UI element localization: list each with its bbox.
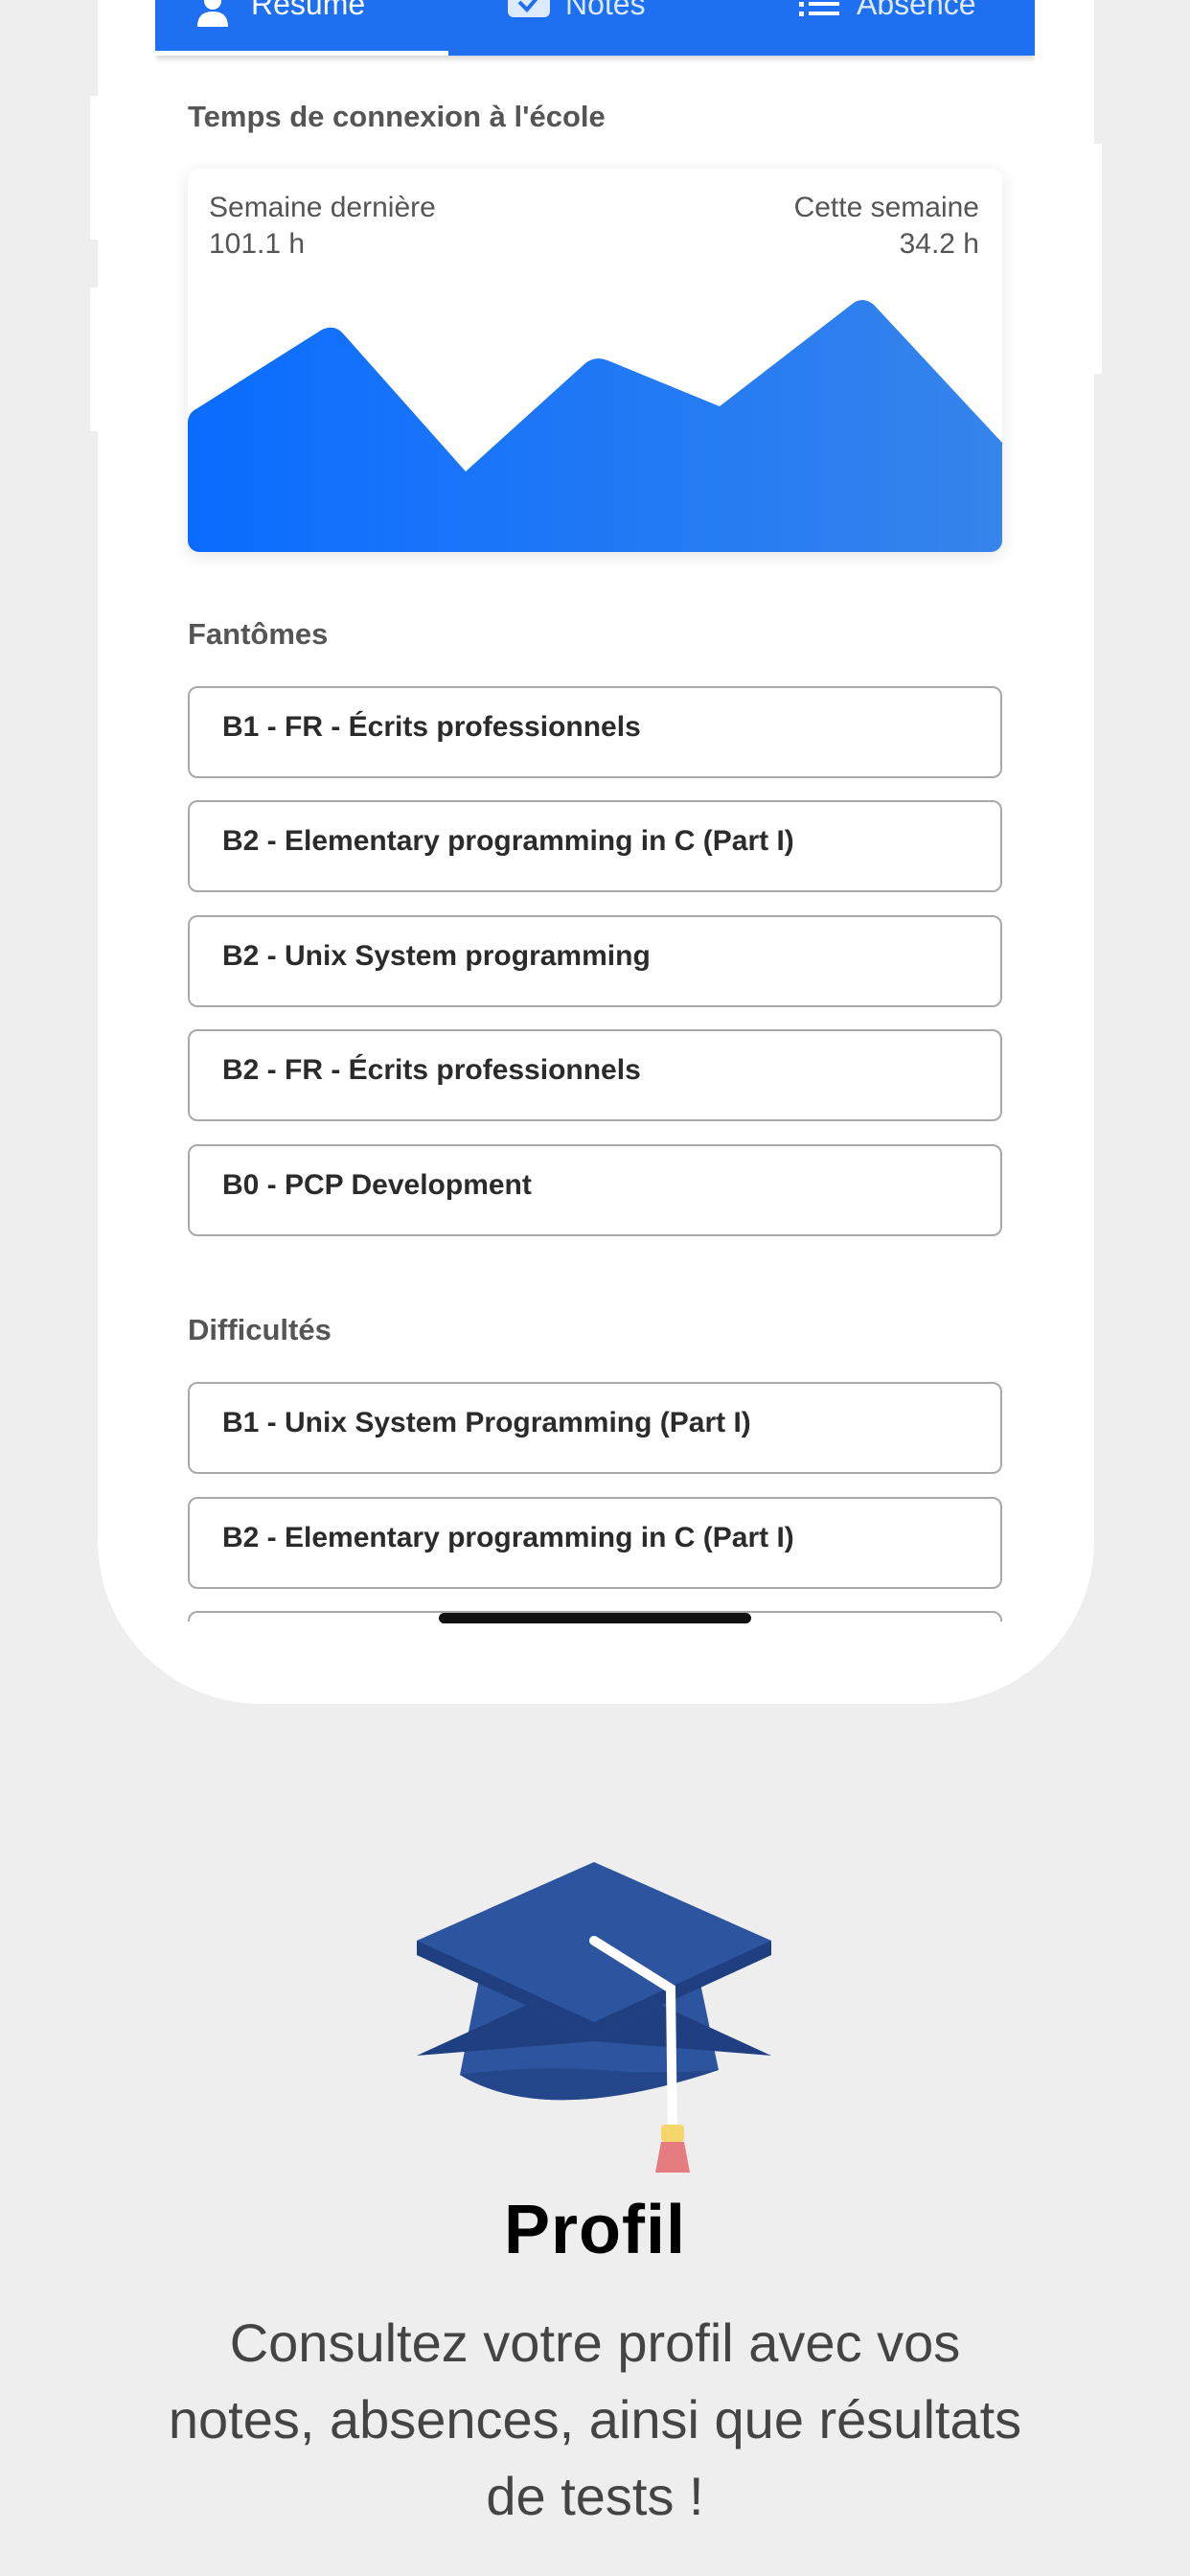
list-item-label: B2 - Elementary programming in C (Part I… xyxy=(222,825,794,857)
tab-notes[interactable]: Notes xyxy=(448,0,742,56)
home-indicator xyxy=(439,1613,751,1623)
list-item[interactable]: B1 - FR - Écrits professionnels xyxy=(188,686,1002,778)
user-icon xyxy=(197,0,228,27)
promo-title: Profil xyxy=(503,2192,686,2268)
tab-resume[interactable]: Résumé xyxy=(155,0,448,56)
list-item-label: B2 - FR - Écrits professionnels xyxy=(222,1054,641,1086)
list-icon xyxy=(799,2,839,16)
list-item[interactable]: B0 - PCP Development xyxy=(188,1144,1002,1236)
connection-title: Temps de connexion à l'école xyxy=(188,100,606,133)
fantomes-title: Fantômes xyxy=(188,617,329,651)
list-item-label: B2 - Elementary programming in C (Part I… xyxy=(222,1522,794,1553)
check-badge-icon xyxy=(508,0,550,17)
tab-label: Résumé xyxy=(251,0,366,21)
tab-absence[interactable]: Absence xyxy=(742,0,1035,56)
this-week-value: 34.2 h xyxy=(899,228,979,260)
tab-label: Absence xyxy=(857,0,976,21)
connection-area-chart xyxy=(188,299,1002,552)
tab-label: Notes xyxy=(565,0,646,21)
this-week-label: Cette semaine xyxy=(793,192,979,223)
list-item-label: B1 - Unix System Programming (Part I) xyxy=(222,1407,751,1438)
active-tab-indicator xyxy=(155,51,448,56)
list-item-label: B1 - FR - Écrits professionnels xyxy=(222,711,641,743)
graduation-cap-icon xyxy=(417,1862,771,2173)
list-item[interactable]: B1 - Unix System Programming (Part I) xyxy=(188,1382,1002,1474)
promo-description: Consultez votre profil avec vos notes, a… xyxy=(168,2312,1022,2526)
tab-bar: Résumé Notes Absence xyxy=(155,0,1035,56)
list-item[interactable]: B2 - Elementary programming in C (Part I… xyxy=(188,1497,1002,1589)
list-item[interactable]: B2 - FR - Écrits professionnels xyxy=(188,1029,1002,1121)
list-item-label: B0 - PCP Development xyxy=(222,1169,532,1201)
connection-area xyxy=(188,299,1002,552)
connection-chart-card: Semaine dernière 101.1 h Cette semaine 3… xyxy=(188,169,1002,552)
difficultes-title: Difficultés xyxy=(188,1313,332,1346)
last-week-label: Semaine dernière xyxy=(209,192,436,223)
app-screen: Résumé Notes Absence Temps de connexion … xyxy=(155,0,1035,1622)
list-item[interactable]: B2 - Elementary programming in C (Part I… xyxy=(188,800,1002,892)
list-item-label: B2 - Unix System programming xyxy=(222,940,651,972)
last-week-value: 101.1 h xyxy=(209,228,306,260)
list-item[interactable]: B2 - Unix System programming xyxy=(188,915,1002,1007)
